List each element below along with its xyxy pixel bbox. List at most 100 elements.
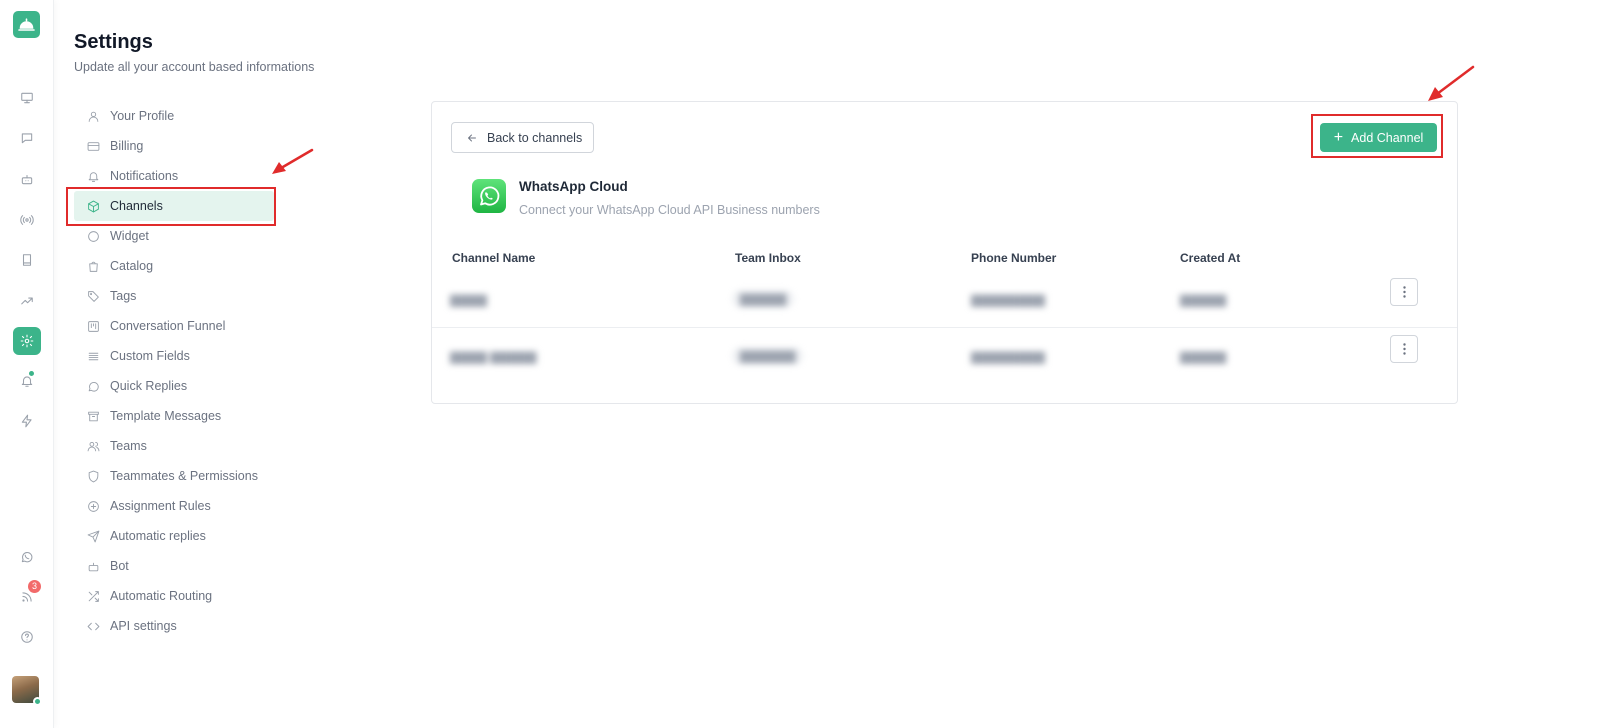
monitor-icon: [21, 92, 33, 104]
more-vertical-icon: [1402, 286, 1406, 298]
nav-item-teams[interactable]: Teams: [74, 431, 274, 461]
arrow-left-icon: [468, 134, 476, 141]
rail-notifications[interactable]: [13, 367, 41, 395]
icon-rail: 3: [0, 0, 54, 728]
rail-help[interactable]: [13, 623, 41, 651]
column-header-phone-number: Phone Number: [971, 251, 1057, 265]
nav-item-channels[interactable]: Channels: [74, 191, 274, 221]
channel-description: Connect your WhatsApp Cloud API Business…: [519, 203, 820, 217]
annotation-arrow-icon: [1428, 65, 1475, 101]
nav-item-billing[interactable]: Billing: [74, 131, 274, 161]
code-icon: [87, 622, 100, 630]
avatar[interactable]: [12, 676, 42, 706]
nav-item-quick-replies[interactable]: Quick Replies: [74, 371, 274, 401]
online-status-dot: [33, 697, 42, 706]
nav-item-label: Template Messages: [110, 409, 222, 423]
blurred-cell: ▇▇▇▇▇▇: [732, 347, 804, 365]
rail-bot[interactable]: [13, 165, 41, 193]
nav-item-label: Your Profile: [110, 109, 175, 123]
nav-item-label: Notifications: [110, 169, 179, 183]
nav-item-tags[interactable]: Tags: [74, 281, 274, 311]
row-divider: [432, 327, 1457, 328]
chat-icon: [21, 133, 33, 144]
rail-settings[interactable]: [13, 327, 41, 355]
blurred-cell: ▇▇▇▇▇: [732, 290, 795, 308]
cube-icon: [88, 200, 99, 212]
archive-icon: [88, 411, 99, 421]
channel-title: WhatsApp Cloud: [519, 179, 628, 194]
nav-item-custom-fields[interactable]: Custom Fields: [74, 341, 274, 371]
bell-icon: [88, 171, 99, 182]
nav-item-label: Quick Replies: [110, 379, 188, 393]
nav-item-label: Bot: [110, 559, 129, 573]
rail-book[interactable]: [13, 246, 41, 274]
rail-broadcast[interactable]: [13, 206, 41, 234]
nav-item-label: Channels: [110, 199, 163, 213]
bot-icon: [21, 174, 33, 185]
column-header-channel-name: Channel Name: [452, 251, 536, 265]
credit-card-icon: [87, 141, 100, 151]
notification-dot: [28, 370, 35, 377]
user-icon: [88, 111, 99, 122]
settings-nav: Your Profile Billing Notifications Chann…: [74, 101, 274, 641]
row-actions-button[interactable]: [1390, 278, 1418, 306]
nav-item-catalog[interactable]: Catalog: [74, 251, 274, 281]
help-icon: [21, 631, 33, 643]
rail-chat[interactable]: [13, 124, 41, 152]
message-circle-icon: [88, 381, 99, 392]
nav-item-label: Teammates & Permissions: [110, 469, 258, 483]
shopping-bag-icon: [89, 261, 98, 272]
nav-item-your-profile[interactable]: Your Profile: [74, 101, 274, 131]
broadcast-icon: [20, 215, 34, 225]
bolt-icon: [21, 414, 32, 428]
column-header-created-at: Created At: [1180, 251, 1241, 265]
send-icon: [87, 530, 100, 542]
circle-icon: [88, 230, 99, 242]
whatsapp-icon: [21, 552, 33, 563]
rail-monitor[interactable]: [13, 84, 41, 112]
nav-item-bot[interactable]: Bot: [74, 551, 274, 581]
gear-icon: [20, 334, 34, 348]
nav-item-widget[interactable]: Widget: [74, 221, 274, 251]
list-icon: [88, 352, 99, 360]
more-vertical-icon: [1402, 343, 1406, 355]
nav-item-label: Teams: [110, 439, 147, 453]
column-header-team-inbox: Team Inbox: [735, 251, 801, 265]
page-subtitle: Update all your account based informatio…: [74, 60, 315, 74]
row-actions-button[interactable]: [1390, 335, 1418, 363]
nav-item-teammates-permissions[interactable]: Teammates & Permissions: [74, 461, 274, 491]
blurred-cell: ▇▇▇▇▇▇▇▇: [971, 350, 1045, 364]
add-channel-button[interactable]: + Add Channel: [1320, 123, 1437, 152]
rail-whatsapp[interactable]: [13, 543, 41, 571]
nav-item-label: Automatic Routing: [110, 589, 213, 603]
back-to-channels-button[interactable]: Back to channels: [451, 122, 594, 153]
nav-item-template-messages[interactable]: Template Messages: [74, 401, 274, 431]
nav-item-label: Widget: [110, 229, 149, 243]
rss-badge: 3: [28, 580, 41, 593]
rail-rss[interactable]: 3: [13, 580, 41, 611]
book-icon: [22, 254, 32, 266]
blurred-cell: ▇▇▇▇▇▇▇▇: [971, 293, 1045, 307]
nav-item-label: Custom Fields: [110, 349, 190, 363]
nav-item-notifications[interactable]: Notifications: [74, 161, 274, 191]
rail-trending[interactable]: [13, 287, 41, 315]
app-logo[interactable]: [13, 11, 40, 38]
annotation-arrow-icon: [272, 148, 314, 174]
bot-icon: [88, 562, 99, 571]
nav-item-conversation-funnel[interactable]: Conversation Funnel: [74, 311, 274, 341]
back-button-label: Back to channels: [487, 130, 583, 145]
nav-item-label: Billing: [110, 139, 144, 153]
nav-item-automatic-replies[interactable]: Automatic replies: [74, 521, 274, 551]
nav-item-api-settings[interactable]: API settings: [74, 611, 274, 641]
shield-icon: [88, 470, 99, 482]
nav-item-label: Assignment Rules: [110, 499, 211, 513]
page-title: Settings: [74, 31, 153, 53]
plus-icon: +: [1333, 128, 1344, 146]
rail-automation[interactable]: [13, 407, 41, 435]
nav-item-assignment-rules[interactable]: Assignment Rules: [74, 491, 274, 521]
plus-circle-icon: [88, 500, 99, 512]
blurred-cell: ▇▇▇▇: [450, 293, 487, 307]
nav-item-label: Catalog: [110, 259, 154, 273]
blurred-cell: ▇▇▇▇ ▇▇▇▇▇: [450, 350, 537, 364]
nav-item-automatic-routing[interactable]: Automatic Routing: [74, 581, 274, 611]
